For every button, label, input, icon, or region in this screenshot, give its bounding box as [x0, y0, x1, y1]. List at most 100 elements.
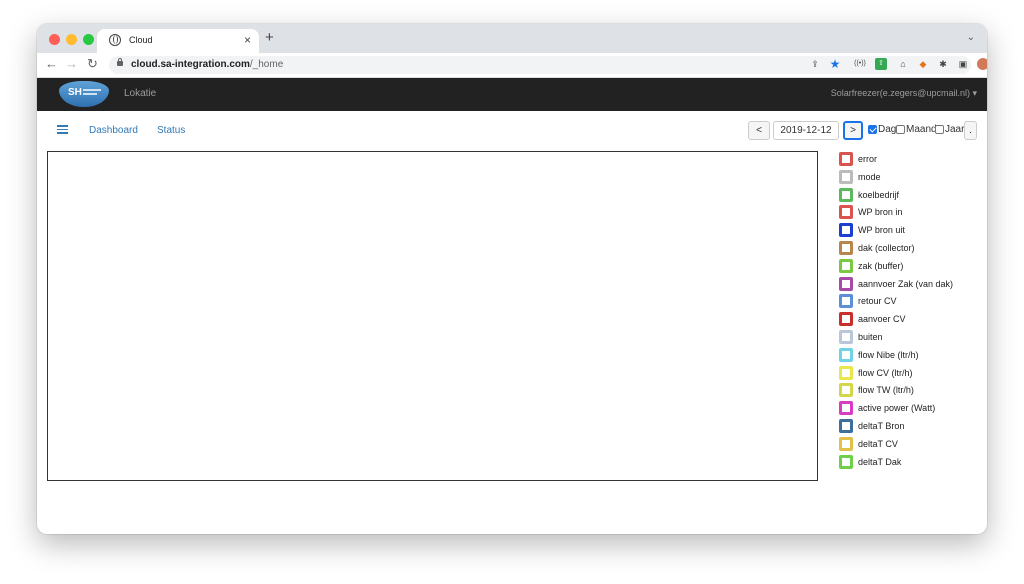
url-text[interactable]: cloud.sa-integration.com/_home [131, 59, 283, 70]
legend-checkbox[interactable] [839, 223, 853, 238]
next-date-button[interactable]: > [843, 121, 863, 140]
maximize-window-button[interactable] [83, 34, 94, 45]
legend-checkbox[interactable] [839, 258, 853, 273]
legend-label: aanvoer CV [858, 314, 906, 325]
legend-checkbox[interactable] [839, 436, 853, 451]
chevron-down-icon[interactable]: ⌄ [967, 32, 975, 43]
legend-checkbox[interactable] [839, 240, 853, 255]
legend-item[interactable]: active power (Watt) [839, 400, 979, 418]
camera-icon[interactable]: ⌂ [897, 58, 909, 70]
legend-item[interactable]: aanvoer CV [839, 311, 979, 329]
legend-item[interactable]: deltaT Bron [839, 418, 979, 436]
legend-checkbox[interactable] [839, 418, 853, 433]
puzzle-icon[interactable]: ✱ [937, 58, 949, 70]
app-navbar: SH Lokatie Solarfreezer(e.zegers@upcmail… [37, 78, 987, 111]
legend-label: flow Nibe (ltr/h) [858, 349, 919, 360]
legend-label: active power (Watt) [858, 403, 936, 414]
legend-item[interactable]: deltaT CV [839, 436, 979, 454]
list-icon[interactable] [57, 125, 68, 134]
legend-label: WP bron uit [858, 225, 905, 236]
forward-arrow-icon[interactable]: → [65, 56, 78, 71]
legend-label: koelbedrijf [858, 189, 900, 200]
bookmark-star-icon[interactable]: ★ [829, 58, 841, 70]
legend-item[interactable]: error [839, 151, 979, 169]
browser-tab[interactable]: Cloud × [97, 29, 259, 53]
fox-extension-icon[interactable]: ◆ [917, 58, 929, 70]
legend-checkbox[interactable] [839, 152, 853, 166]
legend-checkbox[interactable] [839, 454, 853, 469]
jaar-checkbox[interactable] [935, 125, 944, 134]
dag-checkbox[interactable] [868, 125, 877, 134]
legend-item[interactable]: flow CV (ltr/h) [839, 365, 979, 383]
legend-label: aannvoer Zak (van dak) [858, 278, 954, 289]
browser-toolbar: ← → ↻ cloud.sa-integration.com/_home ⇪ ★… [37, 53, 987, 78]
legend-item[interactable]: flow Nibe (ltr/h) [839, 347, 979, 365]
legend-item[interactable]: deltaT Dak [839, 454, 979, 472]
minimize-window-button[interactable] [66, 34, 77, 45]
legend-item[interactable]: koelbedrijf [839, 187, 979, 205]
legend-label: retour CV [858, 296, 897, 307]
side-panel-icon[interactable]: ▣ [957, 58, 969, 70]
legend-item[interactable]: flow TW (ltr/h) [839, 382, 979, 400]
legend-label: zak (buffer) [858, 260, 904, 271]
legend-checkbox[interactable] [839, 205, 853, 220]
legend-checkbox[interactable] [839, 169, 853, 184]
legend-item[interactable]: aannvoer Zak (van dak) [839, 276, 979, 294]
legend-checkbox[interactable] [839, 329, 853, 344]
legend-label: deltaT Bron [858, 420, 905, 431]
dashboard-link[interactable]: Dashboard [89, 125, 138, 136]
brand-tagline-line [83, 89, 101, 91]
dot-button[interactable]: . [964, 121, 977, 140]
legend-item[interactable]: buiten [839, 329, 979, 347]
legend-checkbox[interactable] [839, 276, 853, 291]
share-icon[interactable]: ⇪ [809, 58, 821, 70]
legend-label: flow CV (ltr/h) [858, 367, 913, 378]
legend-checkbox[interactable] [839, 365, 853, 380]
user-menu[interactable]: Solarfreezer(e.zegers@upcmail.nl) ▾ [831, 88, 977, 99]
maand-label: Maand [906, 124, 937, 135]
profile-avatar[interactable] [977, 58, 987, 70]
back-arrow-icon[interactable]: ← [45, 56, 58, 71]
extension-feed-icon[interactable]: ((•)) [854, 58, 866, 70]
legend-item[interactable]: mode [839, 169, 979, 187]
legend: error mode koelbedrijf WP bron in WP bron ui… [839, 151, 979, 471]
lock-icon[interactable] [117, 58, 123, 66]
legend-checkbox[interactable] [839, 187, 853, 202]
tab-strip: Cloud × + ⌄ [37, 24, 987, 53]
legend-label: WP bron in [858, 207, 903, 218]
legend-checkbox[interactable] [839, 312, 853, 327]
legend-checkbox[interactable] [839, 401, 853, 416]
status-link[interactable]: Status [157, 125, 185, 136]
reload-icon[interactable]: ↻ [87, 56, 98, 72]
legend-checkbox[interactable] [839, 383, 853, 398]
close-tab-icon[interactable]: × [244, 33, 251, 47]
legend-label: deltaT CV [858, 438, 898, 449]
legend-label: deltaT Dak [858, 456, 902, 467]
date-input[interactable]: 2019-12-12 [773, 121, 839, 140]
dag-label: Dag [878, 124, 897, 135]
address-bar[interactable]: cloud.sa-integration.com/_home ⇪ ★ ((•))… [109, 56, 987, 74]
location-link[interactable]: Lokatie [124, 88, 156, 99]
new-tab-button[interactable]: + [265, 29, 274, 46]
brand-tagline-line [83, 93, 97, 95]
brand-logo[interactable]: SH [59, 81, 109, 107]
chart-area[interactable] [47, 151, 818, 481]
browser-window: Cloud × + ⌄ ← → ↻ cloud.sa-integration.c… [37, 24, 987, 534]
legend-item[interactable]: WP bron uit [839, 222, 979, 240]
legend-checkbox[interactable] [839, 347, 853, 362]
jaar-label: Jaar [945, 124, 965, 135]
legend-item[interactable]: dak (collector) [839, 240, 979, 258]
legend-item[interactable]: zak (buffer) [839, 258, 979, 276]
close-window-button[interactable] [49, 34, 60, 45]
extension-green-icon[interactable]: ⇧ [875, 58, 887, 70]
globe-icon [109, 34, 121, 46]
previous-date-button[interactable]: < [748, 121, 770, 140]
legend-item[interactable]: WP bron in [839, 204, 979, 222]
legend-checkbox[interactable] [839, 294, 853, 309]
legend-label: flow TW (ltr/h) [858, 385, 914, 396]
maand-checkbox[interactable] [896, 125, 905, 134]
brand-text: SH [68, 87, 82, 98]
legend-label: dak (collector) [858, 242, 915, 253]
legend-item[interactable]: retour CV [839, 293, 979, 311]
legend-label: buiten [858, 331, 883, 342]
